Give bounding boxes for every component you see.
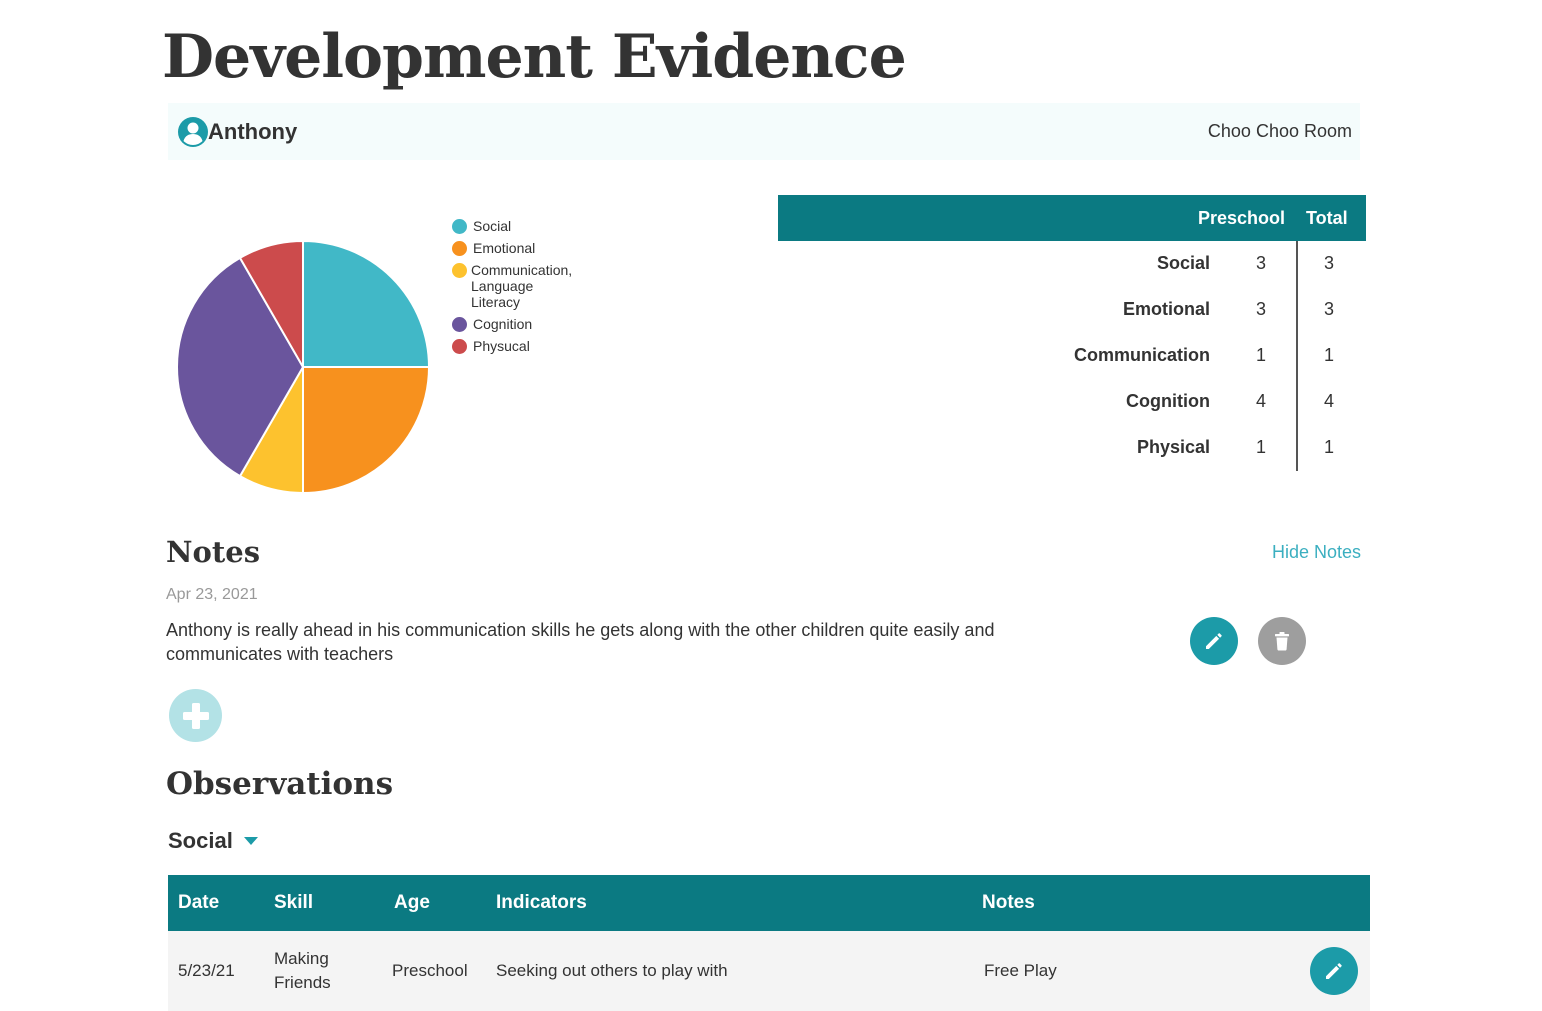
legend-label-line: Language (471, 278, 534, 294)
summary-preschool-value: 3 (1255, 299, 1266, 319)
delete-note-button[interactable] (1258, 617, 1306, 665)
cell-skill-line: Making (274, 949, 329, 968)
development-pie-chart (176, 239, 431, 495)
summary-header: Preschool Total (778, 195, 1366, 241)
summary-header-total: Total (1306, 208, 1348, 228)
pie-slice-emotional (302, 366, 431, 495)
room-name: Choo Choo Room (1207, 121, 1352, 141)
observations-title: Observations (166, 766, 394, 802)
legend-item-social: Social (452, 218, 652, 234)
legend-label-line: Literacy (471, 294, 521, 310)
legend-label: Cognition (473, 316, 533, 332)
legend-label: Communication, Language Literacy (471, 262, 572, 310)
cell-age: Preschool (392, 961, 468, 980)
legend-item-communication: Communication, Language Literacy (452, 262, 652, 310)
cell-notes: Free Play (984, 961, 1057, 980)
column-header-skill[interactable]: Skill (274, 892, 313, 914)
column-header-age[interactable]: Age (394, 892, 430, 914)
edit-observation-button[interactable] (1310, 947, 1358, 995)
summary-total-value: 1 (1323, 437, 1334, 457)
cell-skill-line: Friends (274, 973, 331, 992)
domain-filter-label: Social (168, 828, 233, 853)
summary-row: Social 3 3 (778, 241, 1366, 287)
legend-swatch (452, 339, 467, 354)
edit-note-button[interactable] (1190, 617, 1238, 665)
legend-label-line: Communication, (471, 262, 573, 278)
pencil-icon (1326, 963, 1342, 979)
summary-total-value: 1 (1323, 345, 1334, 365)
summary-row-label: Social (1156, 253, 1210, 273)
cell-indicators: Seeking out others to play with (496, 961, 728, 980)
observations-table: Date Skill Age Indicators Notes (168, 875, 1370, 1011)
cell-date: 5/23/21 (178, 961, 235, 980)
pencil-icon (1206, 633, 1222, 649)
domain-filter-dropdown[interactable]: Social (168, 828, 259, 854)
observations-header: Date Skill Age Indicators Notes (168, 875, 1370, 931)
child-info-bar: Anthony Choo Choo Room (168, 103, 1360, 160)
summary-preschool-value: 1 (1255, 437, 1266, 457)
summary-preschool-value: 4 (1255, 391, 1266, 411)
note-text: Anthony is really ahead in his communica… (166, 620, 995, 664)
trash-icon (1275, 632, 1289, 651)
summary-row-label: Physical (1136, 437, 1210, 457)
table-row (168, 931, 1370, 1011)
legend-swatch (452, 219, 467, 234)
summary-row: Emotional 3 3 (778, 287, 1366, 333)
hide-notes-link[interactable]: Hide Notes (1272, 542, 1361, 563)
summary-row-label: Cognition (1126, 391, 1210, 411)
column-header-notes[interactable]: Notes (982, 892, 1035, 914)
legend-item-emotional: Emotional (452, 240, 652, 256)
summary-row: Physical 1 1 (778, 425, 1366, 471)
plus-icon (182, 702, 209, 729)
legend-item-cognition: Cognition (452, 316, 652, 332)
summary-row-label: Communication (1073, 345, 1210, 365)
summary-total-value: 3 (1323, 253, 1334, 273)
chart-legend: Social Emotional Communication, Language… (452, 218, 652, 360)
notes-title: Notes (166, 535, 261, 569)
legend-swatch (452, 317, 467, 332)
child-name[interactable]: Anthony (208, 119, 297, 145)
legend-item-physical: Physucal (452, 338, 652, 354)
summary-total-value: 3 (1323, 299, 1334, 319)
summary-total-value: 4 (1323, 391, 1334, 411)
legend-label: Physucal (473, 338, 530, 354)
legend-swatch (452, 263, 467, 278)
pie-slice-social (302, 239, 431, 368)
legend-swatch (452, 241, 467, 256)
add-note-button[interactable] (169, 689, 222, 742)
summary-preschool-value: 3 (1255, 253, 1266, 273)
legend-label: Social (473, 218, 512, 234)
legend-label: Emotional (473, 240, 536, 256)
column-header-date[interactable]: Date (178, 892, 219, 914)
summary-row: Cognition 4 4 (778, 379, 1366, 425)
summary-table: Preschool Total Social 3 3 Emotional 3 3… (778, 195, 1366, 475)
caret-down-icon (243, 837, 258, 845)
note-date: Apr 23, 2021 (166, 586, 258, 603)
page-title: Development Evidence (162, 22, 907, 92)
summary-preschool-value: 1 (1255, 345, 1266, 365)
user-circle-icon (178, 117, 208, 147)
summary-row-label: Emotional (1122, 299, 1210, 319)
summary-header-preschool: Preschool (1198, 208, 1286, 228)
summary-row: Communication 1 1 (778, 333, 1366, 379)
column-header-indicators[interactable]: Indicators (496, 892, 587, 914)
